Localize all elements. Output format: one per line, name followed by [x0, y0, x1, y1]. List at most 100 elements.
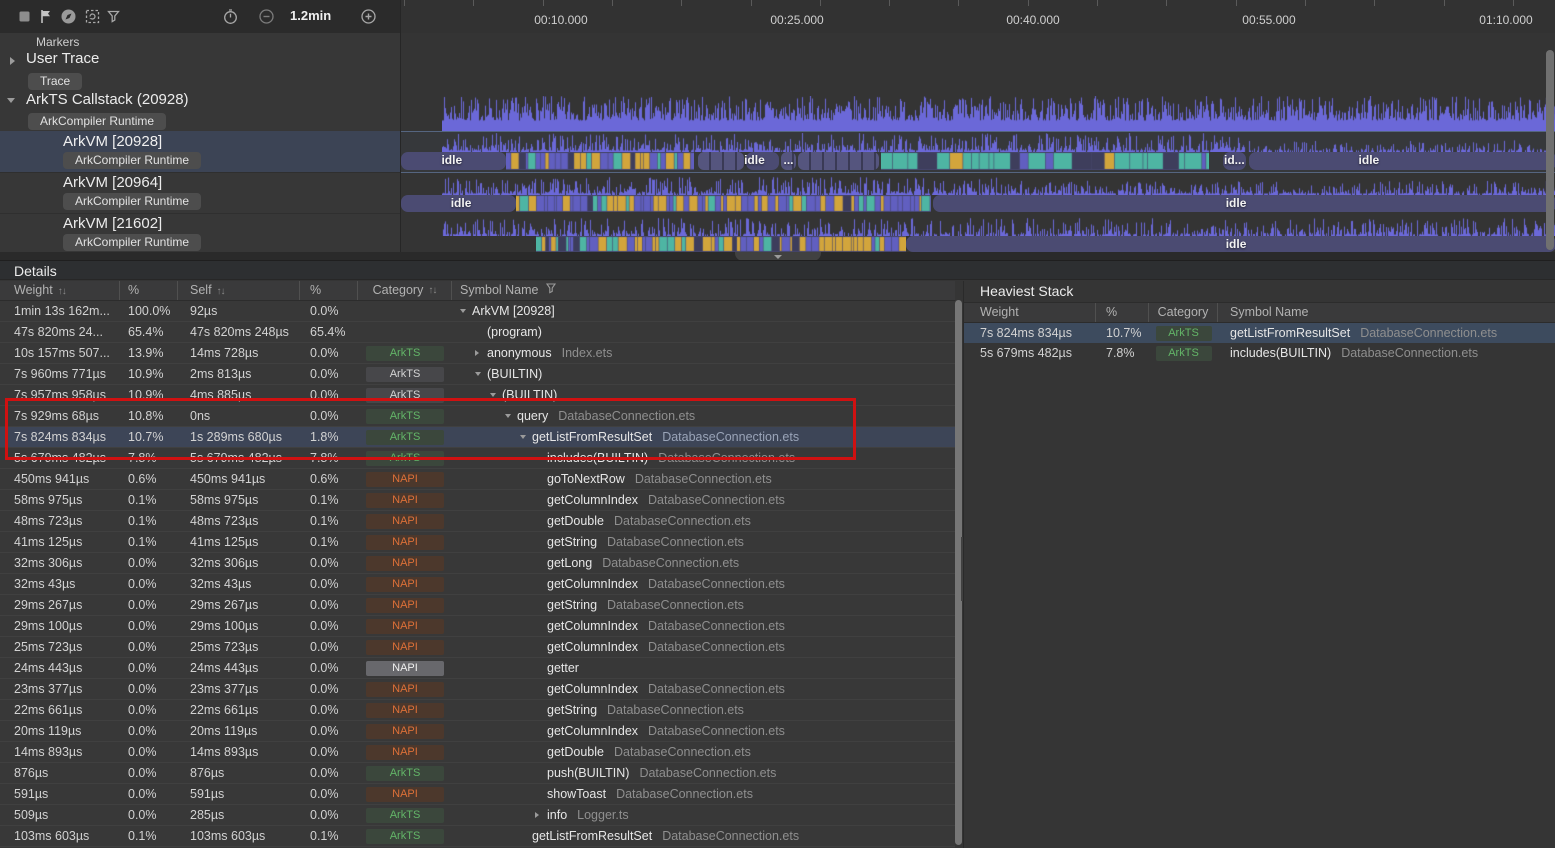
category-badge: ArkTS	[366, 808, 444, 823]
table-row[interactable]: 58ms 975µs0.1%58ms 975µs0.1%NAPIgetColum…	[0, 490, 955, 511]
col-weight[interactable]: Weight↑↓	[0, 281, 120, 300]
vm-row-21602[interactable]: ArkVM [21602] ArkCompiler Runtime	[0, 213, 400, 252]
symbol-name: getListFromResultSet	[532, 427, 652, 447]
user-trace-collapse-icon[interactable]	[10, 57, 15, 65]
expand-arrow-icon[interactable]	[520, 435, 532, 439]
expand-arrow-icon[interactable]	[505, 414, 517, 418]
vm-20964-activity-chart[interactable]	[442, 176, 1555, 195]
symbol-name: getLong	[547, 553, 592, 573]
category-badge: ArkTS	[366, 430, 444, 445]
state-segment-teal[interactable]	[881, 152, 1209, 170]
vm-21602-state-bar[interactable]: idle	[401, 236, 1555, 252]
time-ruler[interactable]: 00:10.00000:25.00000:40.00000:55.00001:1…	[400, 0, 1555, 34]
table-row[interactable]: 23ms 377µs0.0%23ms 377µs0.0%NAPIgetColum…	[0, 679, 955, 700]
table-row[interactable]: 7s 960ms 771µs10.9%2ms 813µs0.0%ArkTS(BU…	[0, 364, 955, 385]
col-pct[interactable]: %	[120, 281, 178, 300]
state-label: idle	[1226, 196, 1247, 210]
call-tree-body: 1min 13s 162m...100.0%92µs0.0%ArkVM [209…	[0, 301, 955, 848]
collapse-arrow-icon[interactable]	[475, 350, 487, 356]
expand-arrow-icon[interactable]	[460, 309, 472, 313]
state-segment-chunks[interactable]	[698, 152, 744, 170]
category-badge: NAPI	[366, 556, 444, 571]
trace-chip[interactable]: Trace	[28, 73, 82, 90]
collapse-arrow-icon[interactable]	[535, 812, 547, 818]
table-row[interactable]: 41ms 125µs0.1%41ms 125µs0.1%NAPIgetStrin…	[0, 532, 955, 553]
details-panel-title: Details	[0, 260, 1555, 280]
symbol-name: getListFromResultSet	[532, 826, 652, 846]
table-row[interactable]: 450ms 941µs0.6%450ms 941µs0.6%NAPIgoToNe…	[0, 469, 955, 490]
col-pct[interactable]: %	[1096, 303, 1149, 322]
table-row[interactable]: 10s 157ms 507...13.9%14ms 728µs0.0%ArkTS…	[0, 343, 955, 364]
table-row[interactable]: 47s 820ms 24...65.4%47s 820ms 248µs65.4%…	[0, 322, 955, 343]
state-segment-idle[interactable]	[1249, 152, 1555, 170]
col-symbol-name[interactable]: Symbol Name	[1218, 303, 1555, 322]
table-row[interactable]: 29ms 100µs0.0%29ms 100µs0.0%NAPIgetColum…	[0, 616, 955, 637]
vm-row-20928[interactable]: ArkVM [20928] ArkCompiler Runtime	[0, 131, 400, 173]
timeline-tracks[interactable]: idleidle...id...idle idleidle idle	[400, 33, 1555, 252]
category-badge: NAPI	[366, 661, 444, 676]
col-pct2[interactable]: %	[300, 281, 358, 300]
table-row[interactable]: 32ms 43µs0.0%32ms 43µs0.0%NAPIgetColumnI…	[0, 574, 955, 595]
table-row[interactable]: 876µs0.0%876µs0.0%ArkTSpush(BUILTIN)Data…	[0, 763, 955, 784]
col-self[interactable]: Self↑↓	[178, 281, 300, 300]
state-segment-mixed[interactable]	[516, 195, 931, 212]
timer-icon[interactable]	[222, 8, 239, 25]
category-badge: NAPI	[366, 472, 444, 487]
state-segment-chunks[interactable]	[798, 152, 879, 170]
vm-20928-state-bar[interactable]: idleidle...id...idle	[401, 152, 1555, 170]
zoom-in-icon[interactable]	[360, 8, 377, 25]
callstack-expand-icon[interactable]	[7, 98, 15, 103]
table-row[interactable]: 7s 957ms 958µs10.9%4ms 885µs0.0%ArkTS(BU…	[0, 385, 955, 406]
category-badge: NAPI	[366, 682, 444, 697]
category-badge: ArkTS	[366, 766, 444, 781]
ruler-time-label: 01:10.000	[1461, 13, 1551, 27]
table-row[interactable]: 14ms 893µs0.0%14ms 893µs0.0%NAPIgetDoubl…	[0, 742, 955, 763]
flag-icon[interactable]	[38, 8, 55, 25]
user-trace-track-label[interactable]: User Trace	[26, 50, 99, 67]
callstack-track-label[interactable]: ArkTS Callstack (20928)	[26, 91, 189, 108]
heaviest-stack-title: Heaviest Stack	[964, 281, 1555, 302]
expand-arrow-icon[interactable]	[490, 393, 502, 397]
navigate-icon[interactable]	[60, 8, 77, 25]
vm-21602-activity-chart[interactable]	[442, 217, 1555, 236]
heaviest-stack-row[interactable]: 7s 824ms 834µs10.7%ArkTSgetListFromResul…	[964, 323, 1555, 343]
vm-20964-state-bar[interactable]: idleidle	[401, 195, 1555, 212]
table-row[interactable]: 103ms 603µs0.1%103ms 603µs0.1%ArkTSgetLi…	[0, 826, 955, 847]
vm-20928-activity-chart[interactable]	[442, 133, 1555, 152]
vm-name: ArkVM [20964]	[63, 174, 162, 191]
table-row[interactable]: 591µs0.0%591µs0.0%NAPIshowToastDatabaseC…	[0, 784, 955, 805]
table-row[interactable]: 5s 679ms 482µs7.8%5s 679ms 482µs7.8%ArkT…	[0, 448, 955, 469]
table-row[interactable]: 32ms 306µs0.0%32ms 306µs0.0%NAPIgetLongD…	[0, 553, 955, 574]
symbol-filter-icon[interactable]	[545, 281, 557, 300]
symbol-file: DatabaseConnection.ets	[648, 721, 785, 741]
filter-icon[interactable]	[105, 8, 122, 25]
heaviest-stack-row[interactable]: 5s 679ms 482µs7.8%ArkTSincludes(BUILTIN)…	[964, 343, 1555, 363]
zoom-out-icon[interactable]	[258, 8, 275, 25]
col-symbol-name[interactable]: Symbol Name	[452, 281, 955, 300]
capture-icon[interactable]	[84, 8, 101, 25]
state-segment-mixed[interactable]	[506, 152, 694, 170]
category-badge: NAPI	[366, 787, 444, 802]
table-row[interactable]: 1min 13s 162m...100.0%92µs0.0%ArkVM [209…	[0, 301, 955, 322]
table-row[interactable]: 20ms 119µs0.0%20ms 119µs0.0%NAPIgetColum…	[0, 721, 955, 742]
col-weight[interactable]: Weight	[964, 303, 1096, 322]
table-row[interactable]: 29ms 267µs0.0%29ms 267µs0.0%NAPIgetStrin…	[0, 595, 955, 616]
timeline-scrollbar[interactable]	[1546, 50, 1554, 250]
table-row[interactable]: 509µs0.0%285µs0.0%ArkTSinfoLogger.ts	[0, 805, 955, 826]
category-badge: NAPI	[366, 577, 444, 592]
vm-row-20964[interactable]: ArkVM [20964] ArkCompiler Runtime	[0, 172, 400, 214]
stop-icon[interactable]	[16, 8, 33, 25]
table-row[interactable]: 7s 929ms 68µs10.8%0ns0.0%ArkTSqueryDatab…	[0, 406, 955, 427]
table-row[interactable]: 48ms 723µs0.1%48ms 723µs0.1%NAPIgetDoubl…	[0, 511, 955, 532]
table-row[interactable]: 7s 824ms 834µs10.7%1s 289ms 680µs1.8%Ark…	[0, 427, 955, 448]
expand-arrow-icon[interactable]	[475, 372, 487, 376]
col-category[interactable]: Category↑↓	[358, 281, 452, 300]
callstack-runtime-chip[interactable]: ArkCompiler Runtime	[28, 113, 166, 130]
table-row[interactable]: 22ms 661µs0.0%22ms 661µs0.0%NAPIgetStrin…	[0, 700, 955, 721]
table-row[interactable]: 24ms 443µs0.0%24ms 443µs0.0%NAPIgetter	[0, 658, 955, 679]
table-row[interactable]: 25ms 723µs0.0%25ms 723µs0.0%NAPIgetColum…	[0, 637, 955, 658]
markers-track-label[interactable]: Markers	[36, 35, 79, 49]
col-category[interactable]: Category	[1149, 303, 1218, 322]
callstack-activity-chart[interactable]	[442, 96, 1555, 131]
state-segment-mixed[interactable]	[536, 236, 906, 252]
